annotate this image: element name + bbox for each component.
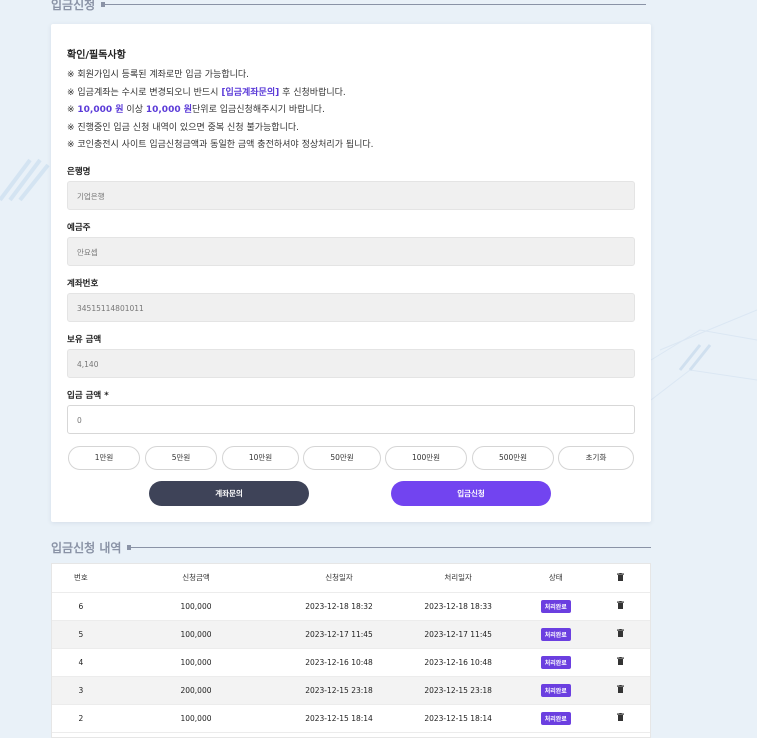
trash-icon bbox=[617, 629, 625, 637]
row-amount: 100,000 bbox=[109, 620, 283, 648]
delete-row-button[interactable] bbox=[591, 648, 650, 676]
row-processed-date: 2023-12-18 18:33 bbox=[424, 601, 492, 611]
row-processed-date: 2023-12-15 23:18 bbox=[395, 676, 521, 704]
balance-label: 보유 금액 bbox=[67, 335, 102, 345]
amount-10k-button[interactable]: 1만원 bbox=[68, 446, 140, 470]
column-header: 신청일자 bbox=[282, 564, 396, 592]
notice-text: 후 신청바랍니다. bbox=[279, 87, 346, 98]
delete-row-button[interactable] bbox=[591, 592, 650, 620]
deposit-form-card: 확인/필독사항 ※ 회원가입시 등록된 계좌로만 입금 가능합니다. ※ 입금계… bbox=[51, 24, 651, 522]
min-amount-highlight: 10,000 원 bbox=[77, 105, 124, 115]
notice-line: ※ 10,000 원 이상 10,000 원단위로 입금신청해주시기 바랍니다. bbox=[67, 102, 374, 120]
row-amount: 100,000 bbox=[180, 657, 212, 667]
deposit-amount-input[interactable]: 0 bbox=[67, 405, 635, 434]
column-header: 처리일자 bbox=[395, 564, 521, 592]
trash-header-icon bbox=[591, 564, 650, 592]
unit-amount-highlight: 10,000 원 bbox=[145, 105, 193, 115]
amount-1m-button[interactable]: 100만원 bbox=[385, 446, 467, 470]
history-section-title: 입금신청 내역 bbox=[51, 541, 122, 555]
notice-text: ※ 입금계좌는 수시로 변경되오니 반드시 bbox=[67, 87, 222, 98]
status-badge: 처리완료 bbox=[540, 655, 571, 669]
reset-amount-button[interactable]: 초기화 bbox=[558, 446, 634, 470]
notice-text: 단위로 입금신청해주시기 바랍니다. bbox=[192, 105, 325, 115]
row-status-cell: 처리완료 bbox=[520, 648, 591, 676]
row-requested-date: 2023-12-16 10:48 bbox=[305, 657, 373, 667]
bank-label: 은행명 bbox=[67, 167, 91, 177]
row-requested-date: 2023-12-17 11:45 bbox=[282, 620, 396, 648]
bank-field: 기업은행 bbox=[67, 181, 635, 210]
account-label: 계좌번호 bbox=[67, 279, 99, 289]
row-processed-date: 2023-12-17 11:45 bbox=[395, 620, 521, 648]
delete-row-button[interactable] bbox=[591, 704, 650, 732]
notice-title: 확인/필독사항 bbox=[67, 50, 126, 61]
row-amount: 100,000 bbox=[180, 601, 212, 611]
notice-line: ※ 입금계좌는 수시로 변경되오니 반드시 [입금계좌문의] 후 신청바랍니다. bbox=[67, 85, 374, 103]
trash-icon bbox=[617, 601, 625, 609]
account-inquiry-button[interactable]: 계좌문의 bbox=[149, 481, 309, 506]
row-processed-date: 2023-12-15 18:14 bbox=[424, 713, 492, 723]
row-number: 5 bbox=[52, 620, 110, 648]
table-row: 4 100,000 2023-12-16 10:48 2023-12-16 10:48… bbox=[52, 648, 650, 676]
notice-line: ※ 코인충전시 사이트 입금신청금액과 동일한 금액 충전하셔야 정상처리가 됩… bbox=[67, 140, 374, 150]
notice-text: ※ bbox=[67, 105, 78, 115]
amount-5m-button[interactable]: 500만원 bbox=[472, 446, 554, 470]
history-section-header: 입금신청 내역 bbox=[51, 539, 652, 556]
notice-line: ※ 회원가입시 등록된 계좌로만 입금 가능합니다. bbox=[67, 70, 250, 80]
balance-field: 4,140 bbox=[67, 349, 635, 378]
trash-icon bbox=[617, 657, 625, 665]
notice-list: ※ 회원가입시 등록된 계좌로만 입금 가능합니다. ※ 입금계좌는 수시로 변… bbox=[67, 67, 374, 155]
row-requested-date: 2023-12-18 18:32 bbox=[305, 601, 373, 611]
row-number: 3 bbox=[52, 676, 110, 704]
row-requested-date: 2023-12-15 18:14 bbox=[305, 713, 373, 723]
table-row: 5 100,000 2023-12-17 11:45 2023-12-17 11:45… bbox=[52, 620, 650, 648]
title-divider bbox=[101, 2, 647, 7]
delete-row-button[interactable] bbox=[591, 676, 650, 704]
history-table: 번호 신청금액 신청일자 처리일자 상태 6 100,000 2023-12-18 … bbox=[52, 564, 650, 733]
amount-100k-button[interactable]: 10만원 bbox=[222, 446, 299, 470]
row-amount: 200,000 bbox=[109, 676, 283, 704]
deposit-section-title: 입금신청 bbox=[51, 0, 96, 12]
trash-icon bbox=[617, 685, 625, 693]
status-badge: 처리완료 bbox=[540, 683, 571, 697]
notice-text: 이상 bbox=[123, 105, 146, 115]
row-status-cell: 처리완료 bbox=[520, 676, 592, 704]
holder-field: 안요셉 bbox=[67, 237, 635, 266]
row-number: 4 bbox=[78, 657, 84, 667]
deposit-amount-label: 입금 금액 * bbox=[67, 391, 109, 401]
table-header-row: 번호 신청금액 신청일자 처리일자 상태 bbox=[52, 564, 650, 592]
row-status-cell: 처리완료 bbox=[520, 620, 592, 648]
row-status-cell: 처리완료 bbox=[520, 592, 591, 620]
amount-500k-button[interactable]: 50만원 bbox=[303, 446, 381, 470]
holder-label: 예금주 bbox=[67, 223, 91, 233]
amount-50k-button[interactable]: 5만원 bbox=[145, 446, 217, 470]
table-row: 6 100,000 2023-12-18 18:32 2023-12-18 18:33… bbox=[52, 592, 650, 620]
table-row: 2 100,000 2023-12-15 18:14 2023-12-15 18:14… bbox=[52, 704, 650, 732]
column-header: 신청금액 bbox=[109, 564, 283, 592]
delete-row-button[interactable] bbox=[591, 620, 650, 648]
row-amount: 100,000 bbox=[180, 713, 212, 723]
deposit-apply-button[interactable]: 입금신청 bbox=[391, 481, 551, 506]
status-badge: 처리완료 bbox=[540, 711, 571, 725]
column-header: 번호 bbox=[52, 564, 110, 592]
deposit-section-header: 입금신청 bbox=[51, 0, 647, 13]
status-badge: 처리완료 bbox=[540, 599, 571, 613]
account-number-field: 34515114801011 bbox=[67, 293, 635, 322]
table-row: 3 200,000 2023-12-15 23:18 2023-12-15 23:18… bbox=[52, 676, 650, 704]
row-number: 6 bbox=[78, 601, 84, 611]
row-status-cell: 처리완료 bbox=[520, 704, 591, 732]
row-number: 2 bbox=[78, 713, 84, 723]
notice-line: ※ 진행중인 입금 신청 내역이 있으면 중복 신청 불가능합니다. bbox=[67, 122, 300, 133]
row-processed-date: 2023-12-16 10:48 bbox=[424, 657, 492, 667]
history-table-card: 번호 신청금액 신청일자 처리일자 상태 6 100,000 2023-12-18 … bbox=[51, 563, 651, 738]
column-header: 상태 bbox=[520, 564, 592, 592]
row-requested-date: 2023-12-15 23:18 bbox=[282, 676, 396, 704]
status-badge: 처리완료 bbox=[540, 627, 571, 641]
title-divider bbox=[127, 545, 652, 550]
trash-icon bbox=[617, 713, 625, 721]
account-inquiry-highlight: [입금계좌문의] bbox=[221, 87, 280, 98]
